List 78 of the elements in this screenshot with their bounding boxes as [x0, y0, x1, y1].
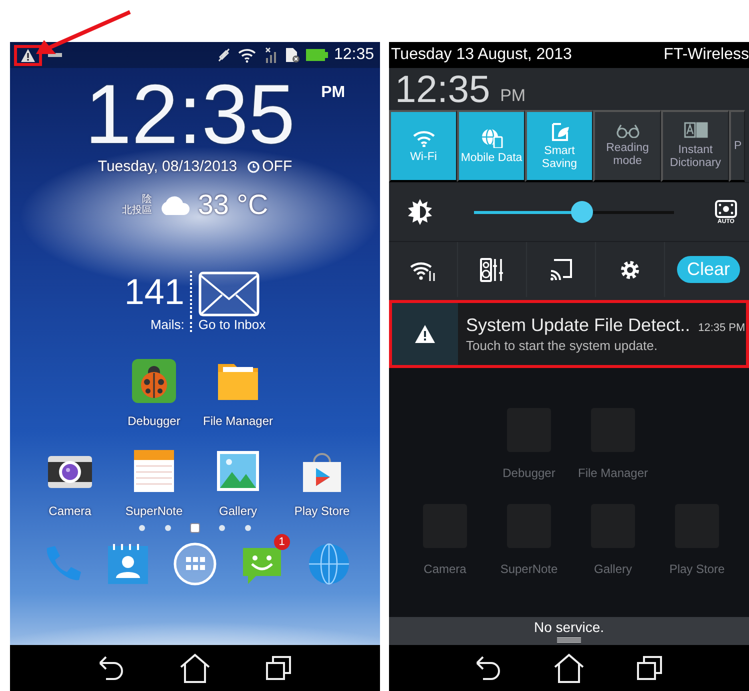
recent-apps-icon[interactable] — [634, 653, 665, 683]
page-indicator-dot[interactable] — [165, 525, 171, 531]
weather-location: 北投區 — [122, 205, 152, 216]
sim-card-error-icon — [284, 47, 300, 63]
weather-condition: 陰 — [142, 194, 152, 205]
globe-icon[interactable] — [306, 542, 351, 586]
app-label: Debugger — [128, 414, 180, 428]
weather-temperature: 33 °C — [198, 189, 268, 221]
dimmed-app-label: File Manager — [578, 466, 648, 480]
mail-count: 141 — [124, 271, 192, 317]
alarm-clock-icon — [247, 160, 260, 173]
dimmed-app-label: Gallery — [594, 562, 632, 576]
wifi-icon — [238, 47, 256, 63]
screen-cast-icon[interactable] — [549, 258, 573, 282]
globe-phone-icon — [480, 128, 502, 148]
network-name: FT-Wireless — [664, 46, 749, 64]
notification-badge: 1 — [274, 534, 290, 550]
quick-setting-tile[interactable]: Smart Saving — [525, 110, 593, 182]
app-label: Play Store — [294, 504, 350, 518]
dimmed-app-label: SuperNote — [500, 562, 558, 576]
page-indicator-dot[interactable] — [219, 525, 225, 531]
quick-setting-tile[interactable]: P — [729, 110, 745, 182]
warning-triangle-icon — [21, 48, 35, 62]
quick-setting-tile[interactable]: Instant Dictionary — [661, 110, 729, 182]
clock-time: 12:35 — [84, 72, 296, 156]
app-grid-icon[interactable] — [172, 542, 217, 586]
notification-title: System Update File Detect.. — [466, 315, 690, 336]
drag-handle-icon[interactable] — [557, 636, 581, 642]
app-shortcut[interactable]: File Manager — [196, 358, 280, 428]
service-status: No service. — [534, 620, 604, 634]
glasses-icon — [616, 124, 640, 138]
settings-icon[interactable] — [619, 258, 641, 280]
clock-meridiem: PM — [321, 84, 346, 103]
shade-date: Tuesday 13 August, 2013 — [391, 46, 572, 64]
dimmed-app-label: Camera — [424, 562, 466, 576]
dimmed-app-label: Play Store — [669, 562, 725, 576]
notification-card[interactable]: System Update File Detect.. 12:35 PM Touch to start the system update. — [389, 300, 749, 368]
dimmed-app-label: Debugger — [502, 466, 556, 480]
warning-triangle-icon — [415, 325, 435, 343]
app-label: Gallery — [218, 504, 257, 518]
page-indicator-dot[interactable] — [245, 525, 251, 531]
shade-clock-meridiem: PM — [500, 86, 526, 106]
quick-setting-tile[interactable]: Reading mode — [593, 110, 661, 182]
notification-text: Touch to start the system update. — [466, 338, 658, 353]
app-shortcut[interactable]: Gallery — [196, 448, 280, 518]
notepad-icon — [131, 448, 177, 494]
clock-date: Tuesday, 08/13/2013 — [98, 158, 238, 175]
quick-setting-tile[interactable]: Mobile Data — [457, 110, 525, 182]
app-label: Camera — [48, 504, 92, 518]
home-icon[interactable] — [552, 652, 586, 684]
recent-apps-icon[interactable] — [264, 653, 294, 683]
battery-icon — [306, 49, 328, 61]
go-to-inbox-link[interactable]: Go to Inbox — [198, 317, 266, 332]
alarm-status: OFF — [262, 158, 292, 175]
notification-time: 12:35 PM — [698, 322, 746, 334]
app-shortcut[interactable]: Debugger — [112, 358, 196, 428]
status-time: 12:35 — [334, 46, 374, 64]
slider-thumb[interactable] — [571, 200, 593, 222]
speaker-equalizer-icon[interactable] — [480, 258, 504, 282]
contact-card-icon[interactable] — [106, 542, 150, 586]
app-shortcut[interactable]: Play Store — [280, 448, 364, 518]
quick-setting-tile[interactable]: Wi-Fi — [389, 110, 457, 182]
auto-brightness-icon[interactable] — [715, 200, 737, 218]
open-book-letters-icon — [684, 122, 708, 140]
landscape-picture-icon — [215, 448, 261, 494]
envelope-icon[interactable] — [198, 271, 260, 317]
wifi-icon — [412, 128, 434, 146]
mail-count-label: Mails: — [150, 317, 192, 332]
app-shortcut[interactable]: SuperNote — [112, 448, 196, 518]
home-icon[interactable] — [178, 652, 212, 684]
app-label: File Manager — [202, 414, 274, 428]
app-label: SuperNote — [125, 504, 183, 518]
page-indicator-dot[interactable] — [139, 525, 145, 531]
brightness-icon — [407, 199, 433, 225]
ladybug-icon — [131, 358, 177, 404]
app-shortcut[interactable]: Camera — [28, 448, 112, 518]
battery-leaf-icon — [550, 121, 570, 141]
shade-clock-time: 12:35 — [395, 70, 490, 110]
